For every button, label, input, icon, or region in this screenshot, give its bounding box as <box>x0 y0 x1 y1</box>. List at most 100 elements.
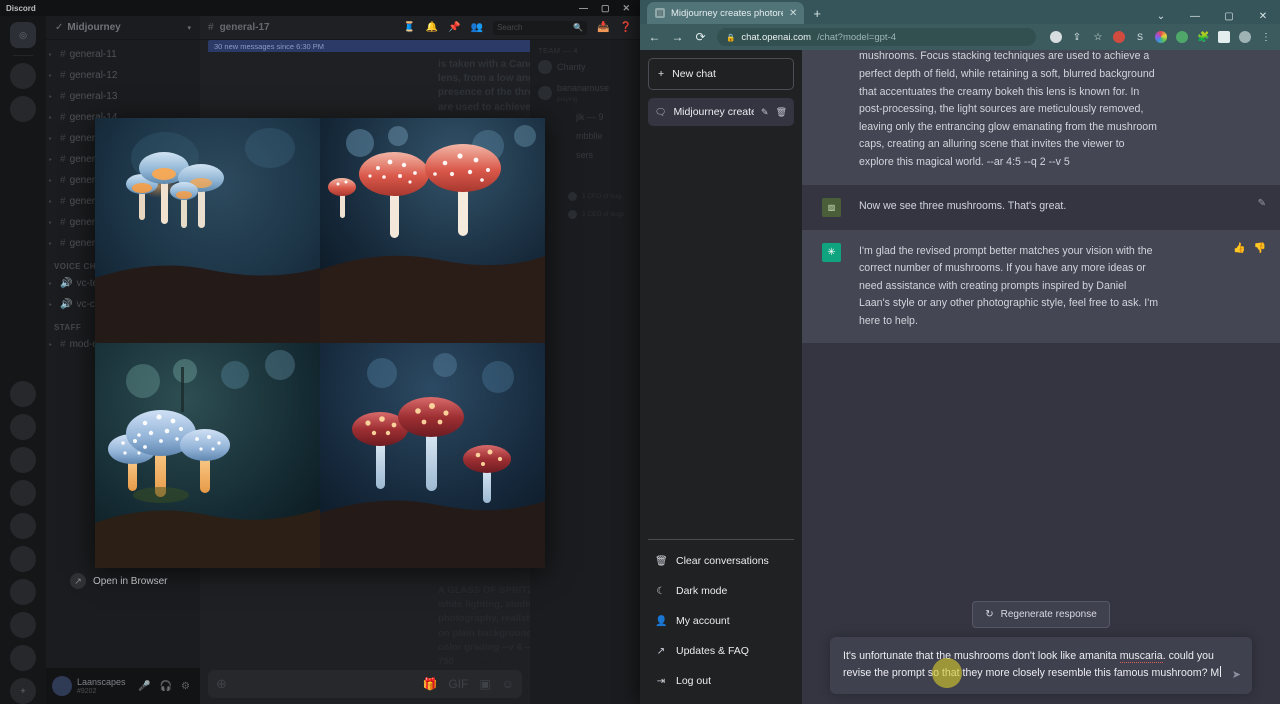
gif-icon[interactable]: GIF <box>448 677 468 691</box>
midjourney-image-lightbox[interactable] <box>95 118 545 568</box>
discord-server-icon[interactable] <box>10 96 36 122</box>
chrome-window-controls[interactable]: ⌄ — ▢ ✕ <box>1144 12 1280 24</box>
discord-member-row[interactable]: jlk — 9 <box>576 112 632 122</box>
discord-maximize-button[interactable]: ▢ <box>601 3 610 13</box>
chrome-browser-window[interactable]: ▤ Midjourney creates photorealisti ✕ + ⌄… <box>640 0 1280 704</box>
puzzle-extensions-icon[interactable]: 🧩 <box>1197 32 1209 43</box>
back-button[interactable]: ← <box>648 30 661 44</box>
discord-server-icon[interactable] <box>10 381 36 407</box>
thumbs-up-icon[interactable]: 👍 <box>1233 243 1245 331</box>
discord-server-icon[interactable] <box>10 414 36 440</box>
discord-server-header[interactable]: ✓ Midjourney ▾ <box>46 16 200 40</box>
discord-server-icon[interactable] <box>10 645 36 671</box>
chatgpt-sidebar-menu[interactable]: 🗑 Clear conversations ☾ Dark mode 👤 My a… <box>648 539 794 696</box>
discord-server-icon[interactable] <box>10 447 36 473</box>
chatgpt-composer-area[interactable]: ↻ Regenerate response It's unfortunate t… <box>802 600 1280 704</box>
forward-button[interactable]: → <box>671 30 684 44</box>
avatar[interactable] <box>52 676 72 696</box>
help-icon[interactable]: ❓ <box>620 22 632 33</box>
shield-extension-icon[interactable] <box>1176 31 1188 43</box>
discord-server-icon[interactable] <box>10 63 36 89</box>
thumbs-down-icon[interactable]: 👎 <box>1254 243 1266 331</box>
inbox-icon[interactable]: 📥 <box>597 22 609 33</box>
discord-search-input[interactable]: Search 🔍 <box>493 20 588 35</box>
maximize-button[interactable]: ▢ <box>1212 12 1246 22</box>
conversation-item[interactable]: 🗨 Midjourney creates pho ✎ 🗑 <box>648 98 794 126</box>
discord-server-rail[interactable]: ◎ + <box>0 16 46 704</box>
new-chat-button[interactable]: + New chat <box>648 58 794 90</box>
pencil-edit-icon[interactable]: ✎ <box>1258 198 1266 217</box>
close-button[interactable]: ✕ <box>1246 12 1280 22</box>
chrome-profile-icon[interactable] <box>1050 31 1062 43</box>
add-attachment-icon[interactable]: ⊕ <box>216 676 227 692</box>
updates-faq-button[interactable]: ↗ Updates & FAQ <box>648 636 794 666</box>
discord-add-server-button[interactable]: + <box>10 678 36 704</box>
discord-member-list[interactable]: TEAM — 4 Chanty bananamuse playing jlk — <box>530 40 640 704</box>
color-wheel-extension-icon[interactable] <box>1155 31 1167 43</box>
discord-member-row[interactable]: sers <box>576 150 632 160</box>
pin-icon[interactable]: 📌 <box>448 22 460 33</box>
discord-close-button[interactable]: ✕ <box>622 3 630 13</box>
address-bar[interactable]: 🔒 chat.openai.com/chat?model=gpt-4 <box>717 28 1036 46</box>
chatgpt-sidebar[interactable]: + New chat 🗨 Midjourney creates pho ✎ 🗑 … <box>640 50 802 704</box>
discord-channel-item[interactable]: ▸ # general-13 <box>46 86 200 107</box>
discord-user-controls[interactable]: 🎤 🎧 ⚙ <box>138 681 194 692</box>
bell-icon[interactable]: 🔔 <box>426 22 438 33</box>
discord-member-row[interactable]: mbblle <box>576 131 632 141</box>
s-extension-icon[interactable]: S <box>1134 32 1146 42</box>
discord-minimize-button[interactable]: — <box>579 3 588 13</box>
discord-server-icon[interactable] <box>10 546 36 572</box>
discord-server-icon[interactable] <box>10 579 36 605</box>
bookmark-star-icon[interactable]: ☆ <box>1092 32 1104 43</box>
discord-channel-item[interactable]: ▸ # general-11 <box>46 44 200 65</box>
adblock-icon[interactable] <box>1113 31 1125 43</box>
sidebar-icon[interactable] <box>1218 31 1230 43</box>
trash-icon[interactable]: 🗑 <box>776 107 787 118</box>
minimize-button[interactable]: — <box>1178 12 1212 22</box>
close-icon[interactable]: ✕ <box>789 8 797 19</box>
chrome-menu-icon[interactable]: ⋮ <box>1260 32 1272 43</box>
tab-search-chevron-icon[interactable]: ⌄ <box>1144 12 1178 22</box>
discord-user-panel[interactable]: Laanscapes #9202 🎤 🎧 ⚙ <box>46 668 200 704</box>
prompt-input-text[interactable]: It's unfortunate that the mushrooms don'… <box>843 648 1235 683</box>
chrome-toolbar[interactable]: ← → ⟳ 🔒 chat.openai.com/chat?model=gpt-4… <box>640 24 1280 50</box>
open-in-browser-link[interactable]: ↗ Open in Browser <box>70 573 167 589</box>
midjourney-image-tile-4[interactable] <box>320 343 545 568</box>
browser-tab-active[interactable]: ▤ Midjourney creates photorealisti ✕ <box>647 2 805 24</box>
discord-server-icon[interactable] <box>10 513 36 539</box>
chrome-tab-strip[interactable]: ▤ Midjourney creates photorealisti ✕ + ⌄… <box>640 0 1280 24</box>
chevron-down-icon[interactable]: ▾ <box>187 24 191 32</box>
share-icon[interactable]: ⇪ <box>1071 32 1083 43</box>
members-icon[interactable]: 👥 <box>471 22 483 33</box>
message-actions[interactable]: ✎ <box>1258 198 1266 217</box>
send-paper-plane-icon[interactable]: ➤ <box>1232 668 1241 681</box>
reload-button[interactable]: ⟳ <box>694 30 707 44</box>
discord-message-composer[interactable]: ⊕ 🎁 GIF ▣ ☺ <box>208 670 522 698</box>
composer-actions[interactable]: 🎁 GIF ▣ ☺ <box>422 677 514 691</box>
discord-server-icon[interactable] <box>10 480 36 506</box>
pencil-icon[interactable]: ✎ <box>761 107 769 118</box>
discord-home-button[interactable]: ◎ <box>10 22 36 48</box>
headphones-icon[interactable]: 🎧 <box>160 681 172 692</box>
discord-server-icon[interactable] <box>10 612 36 638</box>
discord-member-row[interactable]: Chanty <box>538 60 632 74</box>
log-out-button[interactable]: ⇥ Log out <box>648 666 794 696</box>
clear-conversations-button[interactable]: 🗑 Clear conversations <box>648 546 794 576</box>
midjourney-image-tile-3[interactable] <box>95 343 320 568</box>
discord-member-row[interactable]: bananamuse playing <box>538 83 632 103</box>
dark-mode-button[interactable]: ☾ Dark mode <box>648 576 794 606</box>
discord-channel-item[interactable]: ▸ # general-12 <box>46 65 200 86</box>
account-avatar-icon[interactable] <box>1239 31 1251 43</box>
sticker-icon[interactable]: ▣ <box>479 677 490 691</box>
new-tab-button[interactable]: + <box>813 7 821 20</box>
regenerate-response-button[interactable]: ↻ Regenerate response <box>972 600 1110 628</box>
my-account-button[interactable]: 👤 My account <box>648 606 794 636</box>
midjourney-image-tile-1[interactable] <box>95 118 320 343</box>
gear-icon[interactable]: ⚙ <box>181 681 190 692</box>
extension-toolbar[interactable]: ⇪ ☆ S 🧩 ⋮ <box>1050 31 1272 43</box>
microphone-icon[interactable]: 🎤 <box>138 681 150 692</box>
discord-window[interactable]: Discord — ▢ ✕ ◎ + ✓ Midjourney ▾ ▸ # gen… <box>0 0 640 704</box>
message-feedback-actions[interactable]: 👍 👎 <box>1233 243 1266 331</box>
gift-icon[interactable]: 🎁 <box>422 677 437 691</box>
threads-icon[interactable]: 🧵 <box>403 22 415 33</box>
